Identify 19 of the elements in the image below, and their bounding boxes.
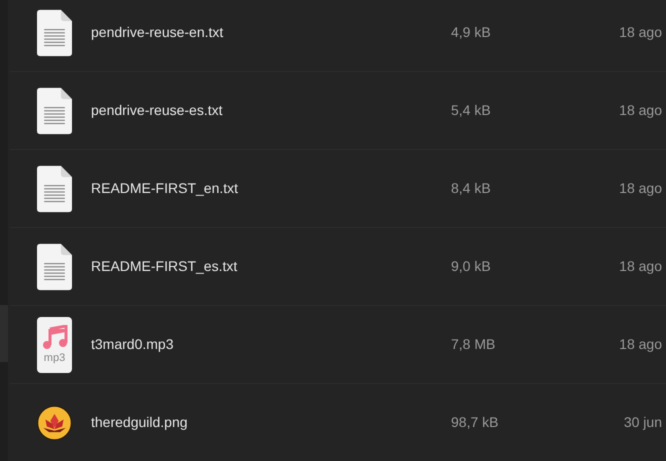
modified-date: 18 ago: [619, 101, 662, 120]
file-size: 98,7 kB: [451, 413, 500, 432]
modified-date: 18 ago: [619, 335, 662, 354]
file-size: 8,4 kB: [451, 179, 492, 198]
modified-date: 30 jun: [624, 413, 662, 432]
file-name: theredguild.png: [91, 413, 189, 432]
file-name: README-FIRST_en.txt: [91, 179, 240, 198]
file-size: 7,8 MB: [451, 335, 496, 354]
audio-file-icon: mp3: [37, 316, 72, 372]
modified-date: 18 ago: [619, 257, 662, 276]
file-name: t3mard0.mp3: [91, 335, 174, 354]
file-name: pendrive-reuse-en.txt: [91, 23, 224, 42]
file-size: 9,0 kB: [451, 257, 492, 276]
file-name: pendrive-reuse-es.txt: [91, 101, 224, 120]
file-size: 4,9 kB: [451, 23, 492, 42]
modified-date: 18 ago: [619, 23, 662, 42]
file-name: README-FIRST_es.txt: [91, 257, 238, 276]
file-size: 5,4 kB: [451, 101, 492, 120]
modified-date: 18 ago: [619, 179, 662, 198]
